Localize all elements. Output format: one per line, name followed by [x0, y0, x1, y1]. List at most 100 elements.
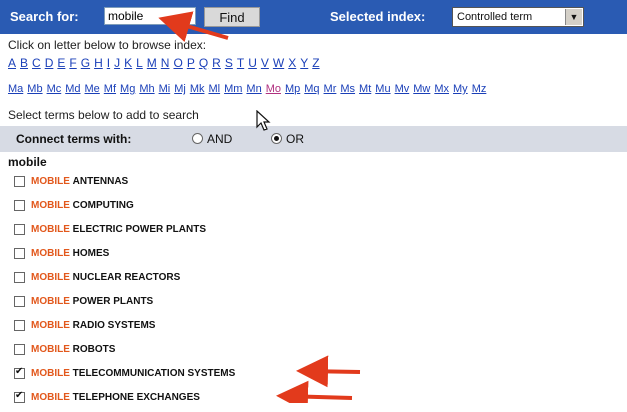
letter-link[interactable]: J: [114, 56, 120, 70]
subletter-link[interactable]: Mw: [413, 83, 430, 95]
subletter-link[interactable]: Mo: [266, 83, 281, 95]
subletter-link[interactable]: Mv: [395, 83, 410, 95]
subletter-link[interactable]: Mj: [174, 83, 186, 95]
dropdown-arrow-icon[interactable]: ▼: [565, 9, 582, 25]
term-checkbox[interactable]: [14, 296, 25, 307]
term-checkbox[interactable]: [14, 200, 25, 211]
term-keyword: MOBILE: [31, 392, 70, 404]
term-keyword: MOBILE: [31, 272, 70, 284]
letter-link[interactable]: R: [212, 56, 221, 70]
subletter-link[interactable]: Mh: [139, 83, 154, 95]
subletter-link[interactable]: Mf: [104, 83, 116, 95]
term-checkbox[interactable]: [14, 224, 25, 235]
term-keyword: MOBILE: [31, 368, 70, 380]
letter-link[interactable]: I: [107, 56, 110, 70]
letter-link[interactable]: L: [136, 56, 143, 70]
term-label[interactable]: NUCLEAR REACTORS: [73, 272, 181, 283]
term-checkbox[interactable]: [14, 320, 25, 331]
letter-link[interactable]: F: [69, 56, 76, 70]
arrow-to-telecommunication: [296, 355, 361, 388]
subletter-link[interactable]: Mr: [324, 83, 337, 95]
term-label[interactable]: POWER PLANTS: [73, 296, 154, 307]
letter-link[interactable]: E: [57, 56, 65, 70]
subletter-link[interactable]: Mn: [246, 83, 261, 95]
letter-link[interactable]: N: [161, 56, 170, 70]
term-keyword: MOBILE: [31, 344, 70, 356]
subletter-link[interactable]: Mu: [375, 83, 390, 95]
term-row: MOBILE HOMES: [14, 248, 109, 268]
subletter-link[interactable]: Mi: [159, 83, 171, 95]
subletter-link[interactable]: Mq: [304, 83, 319, 95]
subletter-link[interactable]: Mg: [120, 83, 135, 95]
subletter-link[interactable]: My: [453, 83, 468, 95]
term-label[interactable]: ROBOTS: [73, 344, 116, 355]
subletter-link[interactable]: Ms: [340, 83, 355, 95]
search-input[interactable]: [104, 7, 196, 25]
letter-link[interactable]: G: [81, 56, 90, 70]
letter-link[interactable]: W: [273, 56, 284, 70]
subletter-link[interactable]: Mp: [285, 83, 300, 95]
term-label[interactable]: HOMES: [73, 248, 110, 259]
subletter-link[interactable]: Ma: [8, 83, 23, 95]
subletter-link[interactable]: Md: [65, 83, 80, 95]
and-radio[interactable]: [192, 133, 203, 144]
letter-link[interactable]: A: [8, 56, 16, 70]
letter-link[interactable]: K: [124, 56, 132, 70]
subletter-link[interactable]: Mc: [47, 83, 62, 95]
term-checkbox[interactable]: [14, 366, 25, 379]
subletter-link[interactable]: Mx: [434, 83, 449, 95]
letter-link[interactable]: X: [288, 56, 296, 70]
letter-link[interactable]: C: [32, 56, 41, 70]
subletter-link[interactable]: Mb: [27, 83, 42, 95]
term-checkbox[interactable]: [14, 176, 25, 187]
subletter-link[interactable]: Ml: [208, 83, 220, 95]
term-keyword: MOBILE: [31, 248, 70, 260]
letter-link[interactable]: B: [20, 56, 28, 70]
term-row: MOBILE ANTENNAS: [14, 176, 128, 196]
term-row: MOBILE TELECOMMUNICATION SYSTEMS: [14, 366, 236, 388]
letter-link[interactable]: S: [225, 56, 233, 70]
find-button[interactable]: Find: [204, 7, 260, 27]
letter-index-links: ABCDEFGHIJKLMNOPQRSTUVWXYZ: [8, 56, 623, 70]
term-checkbox[interactable]: [14, 248, 25, 259]
term-keyword: MOBILE: [31, 296, 70, 308]
mouse-pointer-icon: [256, 110, 271, 131]
select-terms-instruction: Select terms below to add to search: [8, 108, 199, 122]
subletter-link[interactable]: Me: [85, 83, 100, 95]
letter-link[interactable]: M: [147, 56, 157, 70]
term-label[interactable]: TELECOMMUNICATION SYSTEMS: [73, 368, 236, 379]
letter-link[interactable]: Z: [312, 56, 319, 70]
letter-link[interactable]: U: [248, 56, 257, 70]
and-radio-label: AND: [207, 132, 233, 146]
letter-link[interactable]: O: [173, 56, 182, 70]
term-label[interactable]: ELECTRIC POWER PLANTS: [73, 224, 206, 235]
index-select-value: Controlled term: [457, 11, 533, 23]
term-row: MOBILE NUCLEAR REACTORS: [14, 272, 180, 292]
letter-link[interactable]: T: [237, 56, 244, 70]
index-select[interactable]: Controlled term ▼: [452, 7, 584, 27]
arrow-to-telephone-exchanges: [276, 380, 353, 403]
term-label[interactable]: RADIO SYSTEMS: [73, 320, 156, 331]
subletter-link[interactable]: Mm: [224, 83, 242, 95]
or-radio[interactable]: [271, 133, 282, 144]
term-checkbox[interactable]: [14, 344, 25, 355]
term-row: MOBILE RADIO SYSTEMS: [14, 320, 155, 340]
term-row: MOBILE ROBOTS: [14, 344, 115, 364]
term-label[interactable]: COMPUTING: [73, 200, 134, 211]
letter-link[interactable]: Q: [199, 56, 208, 70]
connect-terms-bar: Connect terms with: AND OR: [0, 126, 627, 152]
term-label[interactable]: ANTENNAS: [73, 176, 129, 187]
term-label[interactable]: TELEPHONE EXCHANGES: [73, 392, 200, 403]
letter-link[interactable]: Y: [300, 56, 308, 70]
letter-link[interactable]: H: [94, 56, 103, 70]
letter-link[interactable]: D: [45, 56, 54, 70]
term-checkbox[interactable]: [14, 390, 25, 403]
search-header-bar: Search for: Find Selected index: Control…: [0, 0, 627, 34]
subletter-link[interactable]: Mk: [190, 83, 205, 95]
subletter-link[interactable]: Mt: [359, 83, 371, 95]
letter-link[interactable]: V: [261, 56, 269, 70]
term-checkbox[interactable]: [14, 272, 25, 283]
subletter-link[interactable]: Mz: [472, 83, 487, 95]
term-row: MOBILE COMPUTING: [14, 200, 134, 220]
letter-link[interactable]: P: [187, 56, 195, 70]
